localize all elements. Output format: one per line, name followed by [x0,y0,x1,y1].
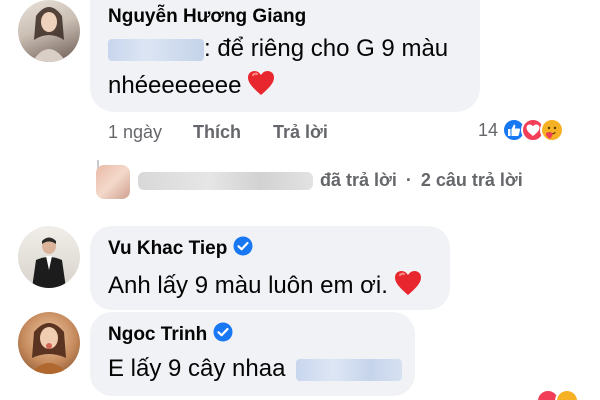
avatar-vu-khac-tiep[interactable] [18,226,80,288]
comment-author[interactable]: Vu Khac Tiep [108,236,253,262]
care-icon [555,389,579,400]
reaction-summary[interactable]: 14 [478,118,565,142]
comment-text: E lấy 9 cây nhaa [108,355,286,382]
reaction-summary-partial[interactable] [536,389,579,400]
comment-text-line1: : để riêng cho G 9 màu [204,35,449,62]
comment-text: : để riêng cho G 9 màu [108,35,448,63]
care-icon [540,118,565,142]
reply-action[interactable]: Trả lời [273,122,328,143]
person-photo-icon [32,237,66,288]
comment-text-wrap: E lấy 9 cây nhaa [108,355,403,383]
view-replies-link[interactable]: đã trả lời · 2 câu trả lời [320,170,523,191]
red-heart-icon [394,270,422,303]
person-photo-icon [30,323,68,374]
author-name: Ngoc Trinh [108,324,208,346]
comment-author[interactable]: Nguyễn Hương Giang [108,6,306,28]
person-photo-icon [32,7,66,62]
reply-count: 2 câu trả lời [420,170,523,190]
comment-text: Anh lấy 9 màu luôn em ơi. [108,271,388,299]
red-heart-icon [247,70,275,103]
avatar-huong-giang[interactable] [18,0,80,62]
comment-text-wrap: Anh lấy 9 màu luôn em ơi. [108,270,422,303]
replied-text: đã trả lời [320,170,397,190]
reaction-count: 14 [478,119,499,140]
avatar-ngoc-trinh[interactable] [18,312,80,374]
blurred-reply-author [138,172,313,190]
dot-separator: · [405,170,412,190]
comment-text-line2-wrap: nhéeeeeeee [108,70,275,103]
blurred-mention [296,358,403,381]
verified-badge-icon [213,322,233,348]
comment-time[interactable]: 1 ngày [108,122,162,143]
like-action[interactable]: Thích [193,122,241,143]
author-name: Vu Khac Tiep [108,238,228,260]
comment-text-line2: nhéeeeeeee [108,71,242,99]
verified-badge-icon [233,236,253,262]
blurred-mention [108,38,204,61]
comment-author[interactable]: Ngoc Trinh [108,322,233,348]
reply-avatar-blurred [96,165,130,199]
